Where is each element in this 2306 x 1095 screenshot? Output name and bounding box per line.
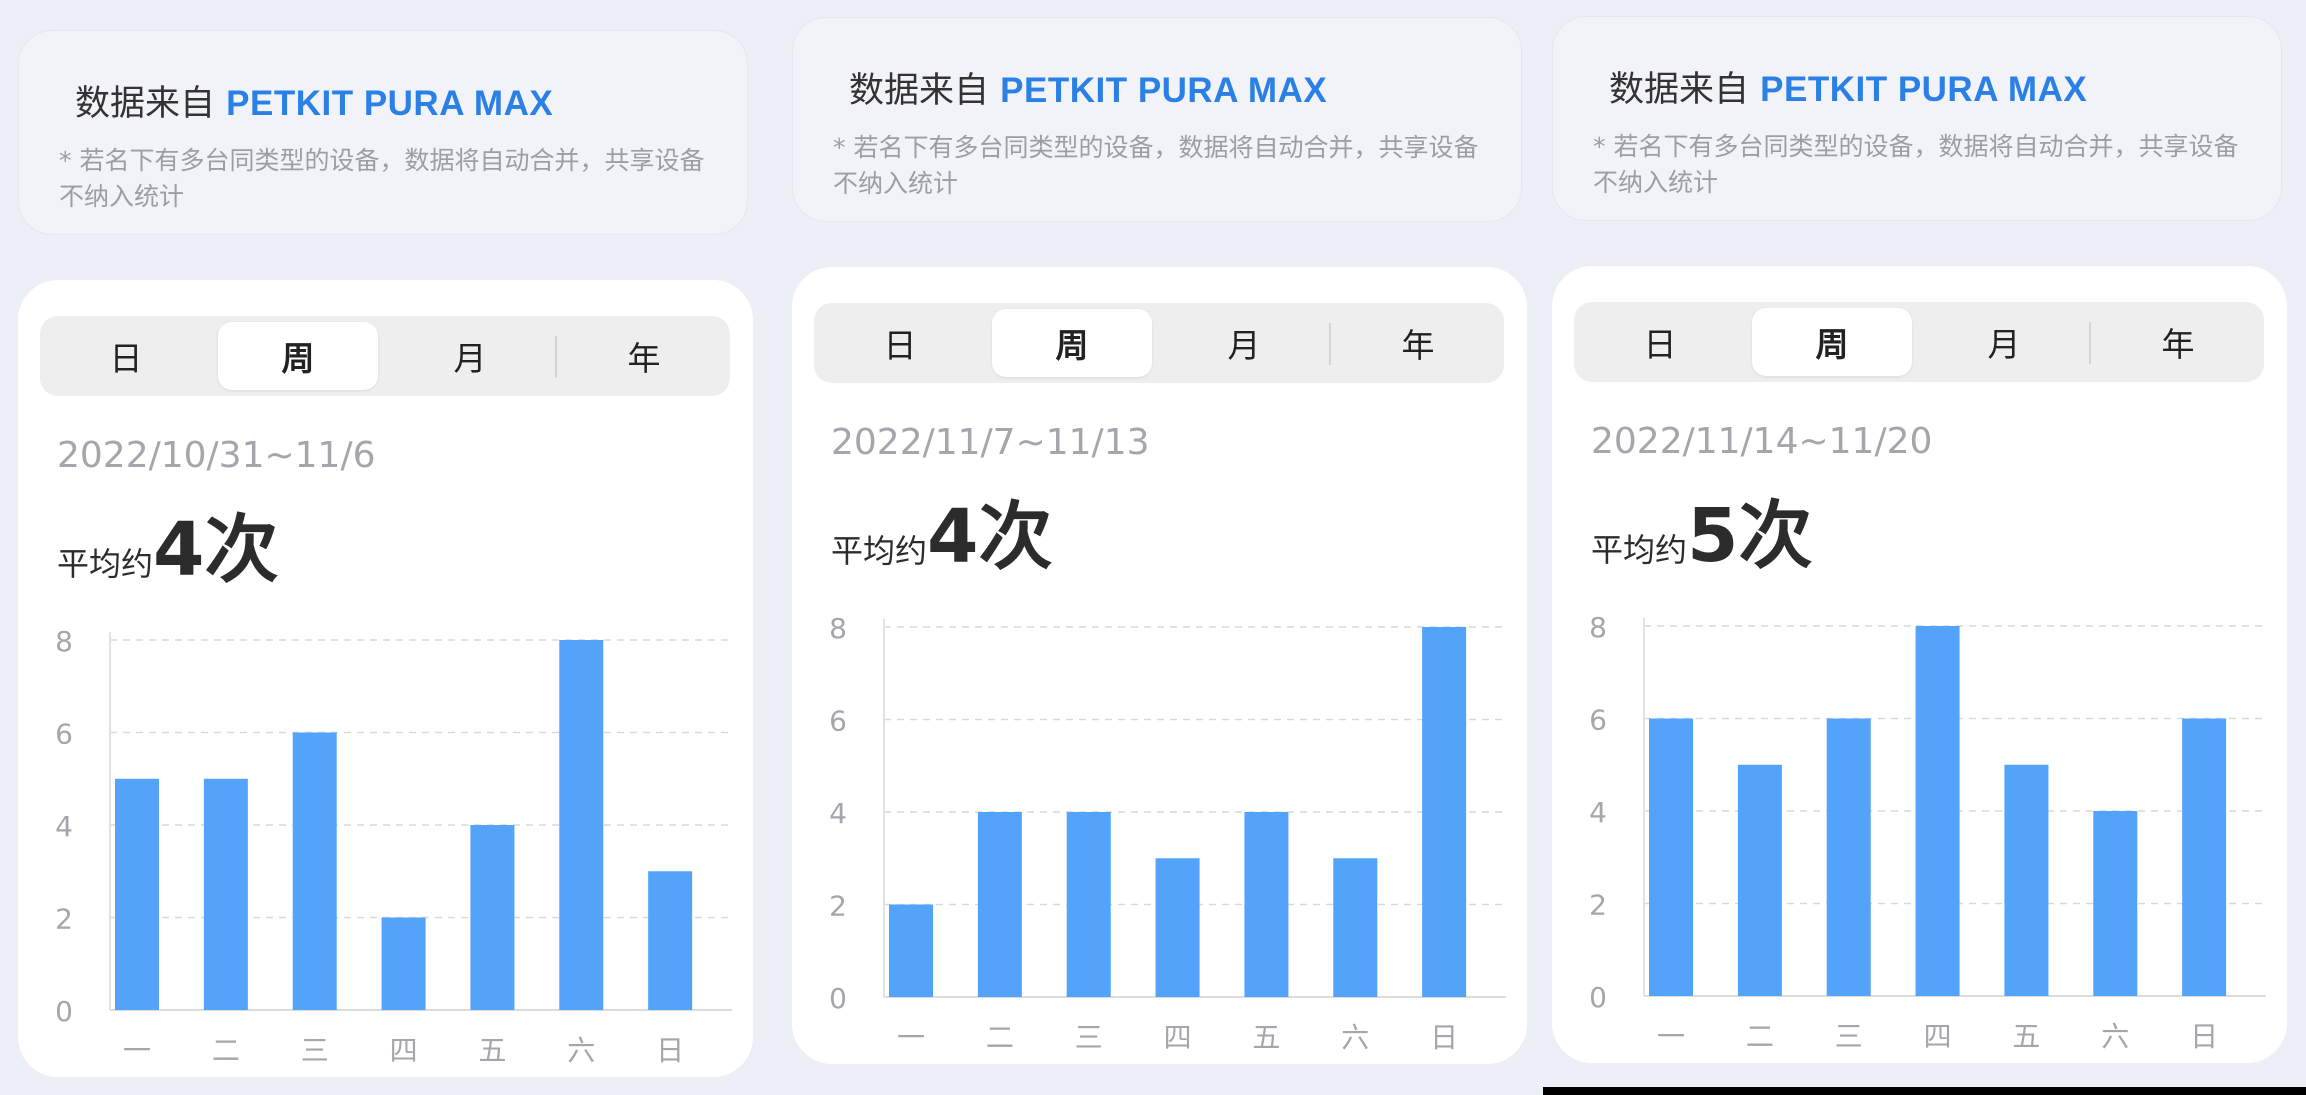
bar (2093, 811, 2138, 996)
bar (1649, 718, 1693, 996)
merge-note: * 若名下有多台同类型的设备，数据将自动合并，共享设备不纳入统计 (1593, 132, 2239, 197)
merge-note: * 若名下有多台同类型的设备，数据将自动合并，共享设备不纳入统计 (833, 133, 1479, 198)
bar (1155, 858, 1200, 997)
data-source-title: 数据来自 PETKIT PURA MAX (1609, 70, 2088, 110)
chart-card: 日 周 月 年 2022/11/14~11/20 平均约5次 02468一二三四… (1552, 266, 2287, 1063)
x-tick-label: 一 (1657, 1020, 1685, 1053)
bar (559, 640, 604, 1010)
x-tick-label: 四 (1164, 1021, 1192, 1054)
x-tick-label: 一 (123, 1034, 151, 1067)
y-tick-label: 8 (829, 612, 847, 645)
x-tick-label: 日 (2190, 1020, 2218, 1053)
chart-card: 日 周 月 年 2022/10/31~11/6 平均约4次 02468一二三四五… (18, 280, 753, 1077)
x-tick-label: 四 (390, 1034, 418, 1067)
y-tick-label: 0 (1589, 981, 1607, 1014)
y-tick-label: 6 (55, 718, 73, 751)
x-tick-label: 三 (301, 1034, 329, 1067)
y-tick-label: 8 (55, 625, 73, 658)
x-tick-label: 五 (1252, 1021, 1280, 1054)
device-info-card: 数据来自 PETKIT PURA MAX * 若名下有多台同类型的设备，数据将自… (1552, 16, 2282, 221)
x-tick-label: 日 (656, 1034, 684, 1067)
bar-chart: 0 2 4 6 8 一 二 三 四 五 六 日 (55, 625, 732, 1067)
device-info-card: 数据来自 PETKIT PURA MAX * 若名下有多台同类型的设备，数据将自… (792, 17, 1522, 222)
y-tick-label: 4 (829, 797, 847, 830)
bar (977, 812, 1022, 997)
bar (1333, 858, 1378, 997)
y-tick-label: 0 (829, 982, 847, 1015)
device-name: PETKIT PURA MAX (226, 84, 554, 123)
bar (1066, 812, 1111, 997)
bar (648, 871, 693, 1010)
y-tick-label: 4 (1589, 796, 1607, 829)
bar (292, 732, 337, 1010)
bar (2004, 764, 2049, 996)
x-tick-label: 二 (212, 1034, 240, 1067)
device-name: PETKIT PURA MAX (1000, 71, 1328, 110)
data-source-title: 数据来自 PETKIT PURA MAX (849, 71, 1328, 111)
x-tick-label: 一 (897, 1021, 925, 1054)
x-tick-label: 六 (567, 1034, 595, 1067)
y-tick-label: 2 (1589, 889, 1607, 922)
bar (1826, 718, 1871, 996)
bar (470, 825, 515, 1010)
y-tick-label: 4 (55, 810, 73, 843)
y-tick-label: 6 (829, 705, 847, 738)
data-source-title: 数据来自 PETKIT PURA MAX (75, 84, 554, 124)
x-tick-label: 四 (1924, 1020, 1952, 1053)
y-tick-label: 2 (829, 890, 847, 923)
x-tick-label: 三 (1075, 1021, 1103, 1054)
y-tick-label: 0 (55, 995, 73, 1028)
device-info-card: 数据来自 PETKIT PURA MAX * 若名下有多台同类型的设备，数据将自… (18, 30, 748, 235)
bar (203, 778, 248, 1010)
bar (1915, 626, 1960, 996)
bar (889, 904, 933, 997)
bar (1422, 627, 1467, 997)
bar-chart: 0 2 4 6 8 一 二 三 四 五 六 日 (829, 612, 1506, 1054)
bar (1737, 764, 1782, 996)
bar (2182, 718, 2227, 996)
y-tick-label: 6 (1589, 704, 1607, 737)
device-name: PETKIT PURA MAX (1760, 70, 2088, 109)
screen-edge-bar (1543, 1087, 2306, 1095)
y-tick-label: 8 (1589, 611, 1607, 644)
merge-note: * 若名下有多台同类型的设备，数据将自动合并，共享设备不纳入统计 (59, 146, 705, 211)
bar (381, 917, 426, 1010)
x-tick-label: 二 (986, 1021, 1014, 1054)
x-tick-label: 六 (1341, 1021, 1369, 1054)
x-tick-label: 五 (478, 1034, 506, 1067)
x-tick-label: 六 (2101, 1020, 2129, 1053)
chart-card: 日 周 月 年 2022/11/7~11/13 平均约4次 02468一二三四五… (792, 267, 1527, 1064)
bar (1244, 812, 1289, 997)
y-tick-label: 2 (55, 903, 73, 936)
bar (115, 778, 159, 1010)
x-tick-label: 五 (2012, 1020, 2040, 1053)
x-tick-label: 三 (1835, 1020, 1863, 1053)
x-tick-label: 日 (1430, 1021, 1458, 1054)
bar-chart: 0 2 4 6 8 一 二 三 四 五 六 日 (1589, 611, 2266, 1053)
x-tick-label: 二 (1746, 1020, 1774, 1053)
